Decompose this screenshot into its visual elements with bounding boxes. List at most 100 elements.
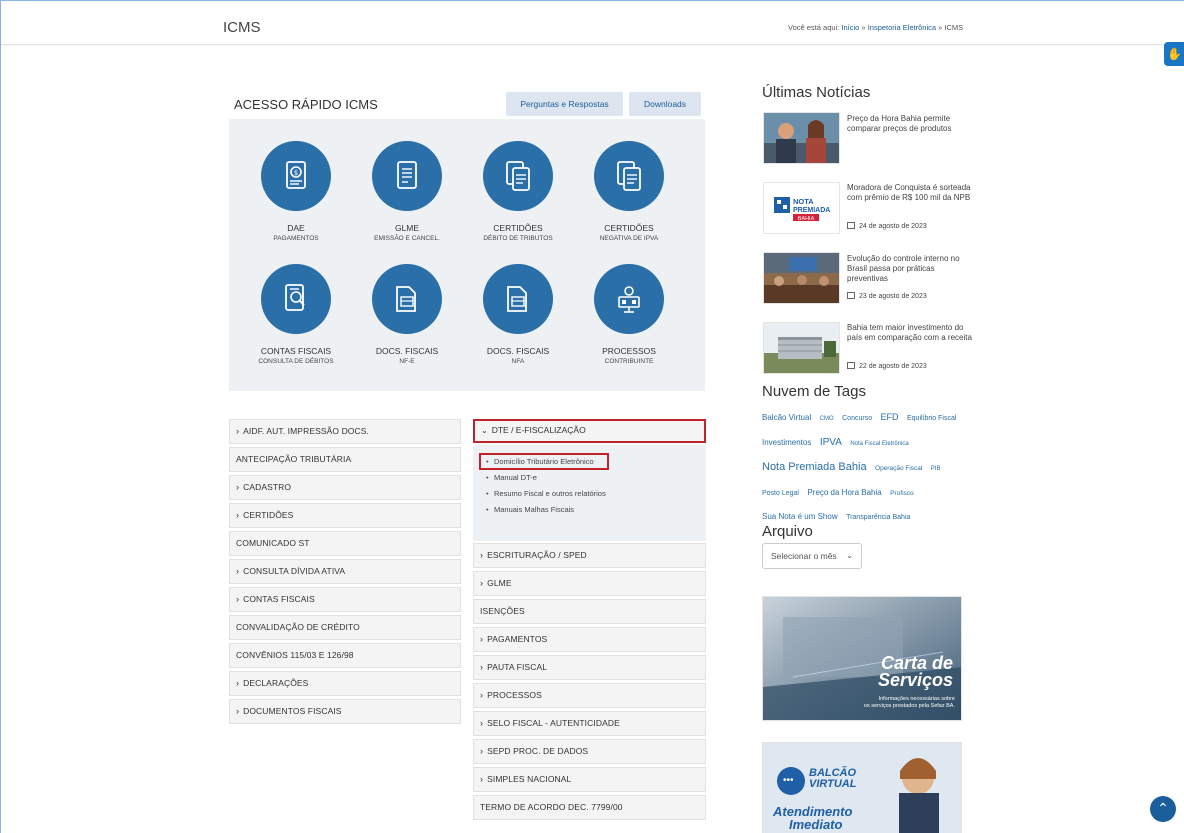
menu-item-divida-ativa[interactable]: › CONSULTA DÍVIDA ATIVA [229, 559, 461, 584]
news-thumbnail[interactable] [763, 322, 840, 374]
carta-banner-title: Carta de Serviços [878, 654, 953, 689]
carta-banner-subtitle: Informações necessárias sobre os serviços… [864, 696, 955, 710]
dte-link-resumo[interactable]: Resumo Fiscal e outros relatórios [486, 489, 606, 498]
tag-link[interactable]: EFD [881, 412, 899, 422]
menu-item-documentos-fiscais[interactable]: › DOCUMENTOS FISCAIS [229, 699, 461, 724]
tile-certidoes-tributos[interactable]: CERTIDÕES DÉBITO DE TRIBUTOS [463, 141, 573, 242]
tag-link[interactable]: Profisco [890, 490, 913, 497]
menu-item-escrituracao[interactable]: › ESCRITURAÇÃO / SPED [473, 543, 706, 568]
receipt-coin-icon: $ [261, 141, 331, 211]
tile-processos[interactable]: PROCESSOS CONTRIBUINTE [574, 264, 684, 365]
tile-dae[interactable]: $ DAE PAGAMENTOS [241, 141, 351, 242]
document-icon [372, 141, 442, 211]
tag-link[interactable]: Nota Premiada Bahia [762, 461, 867, 473]
tag-link[interactable]: CMO [820, 416, 834, 422]
archive-select-value: Selecionar o mês [771, 551, 837, 561]
menu-item-label: DTE / E-FISCALIZAÇÃO [491, 425, 586, 435]
tile-docs-fiscais-nfa[interactable]: DOCS. FISCAIS NFA [463, 264, 573, 365]
menu-item-aidf[interactable]: › AIDF. AUT. IMPRESSÃO DOCS. [229, 419, 461, 444]
tag-link[interactable]: Equilíbrio Fiscal [907, 415, 956, 422]
faq-button[interactable]: Perguntas e Respostas [506, 92, 623, 116]
menu-item-label: PROCESSOS [487, 690, 542, 700]
chevron-down-icon: ⌄ [846, 551, 853, 560]
news-item-text[interactable]: Preço da Hora Bahia permite comparar pre… [847, 114, 972, 134]
quick-access-title: ACESSO RÁPIDO ICMS [234, 97, 378, 112]
news-thumbnail[interactable]: NOTA PREMIADA BAHIA [763, 182, 840, 234]
accessibility-hand-icon[interactable]: ✋ [1164, 42, 1184, 66]
menu-item-convalidacao[interactable]: CONVALIDAÇÃO DE CRÉDITO [229, 615, 461, 640]
news-item-text[interactable]: Bahia tem maior investimento do país em … [847, 323, 972, 343]
archive-month-select[interactable]: Selecionar o mês ⌄ [762, 543, 862, 569]
menu-item-label: COMUNICADO ST [236, 538, 310, 548]
menu-item-termo-acordo[interactable]: TERMO DE ACORDO DEC. 7799/00 [473, 795, 706, 820]
menu-item-declaracoes[interactable]: › DECLARAÇÕES [229, 671, 461, 696]
menu-item-label: CONSULTA DÍVIDA ATIVA [243, 566, 346, 576]
menu-item-sepd[interactable]: › SEPD PROC. DE DADOS [473, 739, 706, 764]
tag-link[interactable]: Preço da Hora Bahia [807, 488, 881, 497]
chevron-right-icon: › [236, 482, 240, 492]
menu-item-antecipacao[interactable]: ANTECIPAÇÃO TRIBUTÁRIA [229, 447, 461, 472]
menu-item-dte[interactable]: ⌄ DTE / E-FISCALIZAÇÃO [473, 419, 706, 443]
tag-cloud: Balcão Virtual CMO Concurso EFD Equilíbr… [762, 405, 972, 528]
balcao-virtual-banner[interactable]: ••• BALCÃO VIRTUAL Atendimento Imediato [762, 742, 962, 833]
menu-item-isencoes[interactable]: ISENÇÕES [473, 599, 706, 624]
carta-banner-sub1: Informações necessárias sobre [878, 696, 955, 702]
dte-link-manual[interactable]: Manual DT-e [486, 473, 537, 482]
menu-item-selo-fiscal[interactable]: › SELO FISCAL - AUTENTICIDADE [473, 711, 706, 736]
news-item-text[interactable]: Evolução do controle interno no Brasil p… [847, 254, 972, 284]
tag-link[interactable]: Operação Fiscal [875, 465, 922, 472]
news-item-text[interactable]: Moradora de Conquista é sorteada com prê… [847, 183, 972, 203]
tag-link[interactable]: Posto Legal [762, 490, 799, 497]
tile-certidoes-ipva[interactable]: CERTIDÕES NEGATIVA DE IPVA [574, 141, 684, 242]
carta-servicos-banner[interactable]: Carta de Serviços Informações necessárias… [762, 596, 962, 721]
tile-sublabel: DÉBITO DE TRIBUTOS [483, 235, 553, 242]
menu-item-label: CADASTRO [243, 482, 292, 492]
menu-item-label: CONVALIDAÇÃO DE CRÉDITO [236, 622, 360, 632]
process-icon [594, 264, 664, 334]
tag-link[interactable]: Sua Nota é um Show [762, 512, 838, 521]
tile-sublabel: NEGATIVA DE IPVA [599, 235, 659, 242]
chevron-right-icon: › [236, 678, 240, 688]
tag-link[interactable]: Transparência Bahia [846, 514, 910, 521]
tile-label: DOCS. FISCAIS [375, 346, 439, 356]
tag-link[interactable]: Nota Fiscal Eletrônica [850, 441, 908, 447]
news-thumbnail[interactable] [763, 252, 840, 304]
menu-item-contas-fiscais[interactable]: › CONTAS FISCAIS [229, 587, 461, 612]
menu-item-label: ESCRITURAÇÃO / SPED [487, 550, 587, 560]
chevron-up-icon: ⌃ [1157, 800, 1169, 816]
menu-item-pauta-fiscal[interactable]: › PAUTA FISCAL [473, 655, 706, 680]
menu-item-certidoes[interactable]: › CERTIDÕES [229, 503, 461, 528]
menu-item-cadastro[interactable]: › CADASTRO [229, 475, 461, 500]
breadcrumb-inspetoria-link[interactable]: Inspetoria Eletrônica [868, 23, 936, 32]
tile-glme[interactable]: GLME EMISSÃO E CANCEL. [352, 141, 462, 242]
scroll-to-top-button[interactable]: ⌃ [1150, 796, 1176, 822]
tile-label: DOCS. FISCAIS [486, 346, 550, 356]
tag-link[interactable]: Balcão Virtual [762, 413, 811, 422]
page-title: ICMS [223, 19, 261, 36]
tile-docs-fiscais-nfe[interactable]: DOCS. FISCAIS NF-E [352, 264, 462, 365]
breadcrumb-home-link[interactable]: Início [841, 23, 859, 32]
menu-item-convenios[interactable]: CONVÊNIOS 115/03 E 126/98 [229, 643, 461, 668]
menu-item-processos[interactable]: › PROCESSOS [473, 683, 706, 708]
menu-item-pagamentos[interactable]: › PAGAMENTOS [473, 627, 706, 652]
tile-sublabel: NFA [511, 358, 525, 365]
menu-item-comunicado-st[interactable]: COMUNICADO ST [229, 531, 461, 556]
menu-item-label: SIMPLES NACIONAL [487, 774, 572, 784]
tile-label: PROCESSOS [602, 346, 656, 356]
menu-item-glme[interactable]: › GLME [473, 571, 706, 596]
tag-link[interactable]: Concurso [842, 415, 872, 422]
folder-doc-icon [483, 264, 553, 334]
dte-link-domicilio[interactable]: Domicílio Tributário Eletrônico [486, 457, 594, 466]
balcao-banner-line4: Imediato [789, 817, 843, 832]
dte-link-malhas[interactable]: Manuais Malhas Fiscais [486, 505, 574, 514]
tile-contas-fiscais[interactable]: CONTAS FISCAIS CONSULTA DE DÉBITOS [241, 264, 351, 365]
news-thumbnail[interactable] [763, 112, 840, 164]
downloads-button[interactable]: Downloads [629, 92, 701, 116]
tag-link[interactable]: IPVA [820, 437, 842, 448]
tags-section-title: Nuvem de Tags [762, 383, 866, 400]
account-search-icon [261, 264, 331, 334]
tag-link[interactable]: Investimentos [762, 438, 811, 447]
menu-item-simples-nacional[interactable]: › SIMPLES NACIONAL [473, 767, 706, 792]
tag-link[interactable]: PIB [931, 466, 941, 472]
calendar-icon [847, 222, 855, 229]
